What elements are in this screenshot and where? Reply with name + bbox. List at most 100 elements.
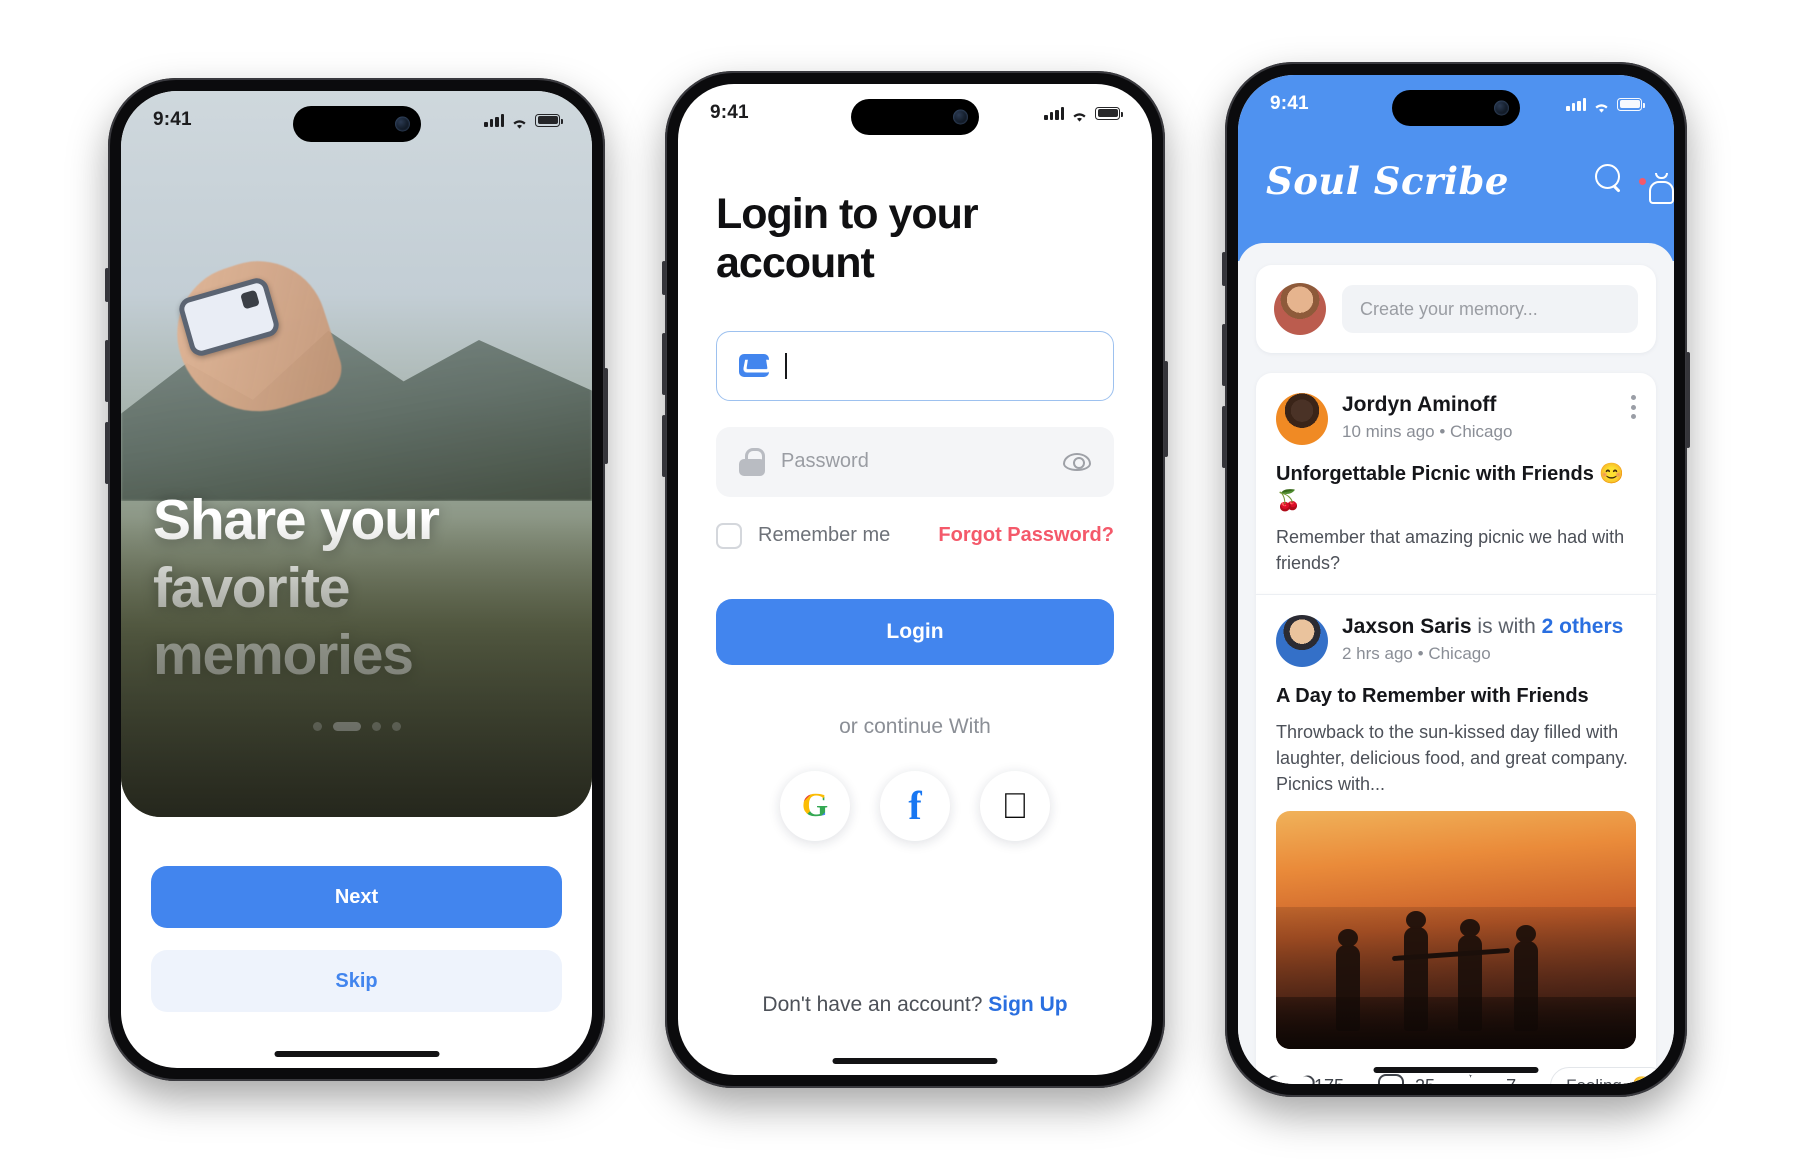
photo-foreground [1276,997,1636,1050]
post-author[interactable]: Jordyn Aminoff [1342,393,1616,417]
battery-icon [1617,97,1645,111]
page-dot-3[interactable] [371,722,381,731]
phone-onboarding: 9:41 Share your favorite memories Next S… [105,78,608,1081]
cellular-signal-icon [1566,97,1586,111]
comment-icon [1378,1074,1405,1084]
text-caret [785,352,787,379]
post-with-text: is with [1471,615,1542,639]
feeling-emoji-icon: 🙂 [1632,1076,1653,1084]
avatar[interactable] [1276,393,1328,445]
feeling-chip[interactable]: Feeling 🙂 [1550,1067,1670,1084]
signup-prompt: Don't have an account? Sign Up [678,993,1152,1017]
post-with-others[interactable]: 2 others [1542,615,1624,638]
page-dot-4[interactable] [391,722,401,731]
mute-switch[interactable] [105,268,109,302]
dynamic-island [292,106,421,142]
email-field[interactable] [716,330,1114,401]
post-header: Jordyn Aminoff 10 mins ago • Chicago [1276,393,1636,445]
post-header: Jaxson Saris is with 2 others 2 hrs ago … [1276,615,1636,668]
battery-icon [535,113,563,127]
post-photo[interactable] [1276,811,1636,1050]
post-separator: • [1417,644,1424,664]
home-indicator[interactable] [274,1051,439,1057]
post-card[interactable]: Jaxson Saris is with 2 others 2 hrs ago … [1256,594,1670,1084]
post-body: Remember that amazing picnic we had with… [1276,527,1625,574]
signup-prompt-text: Don't have an account? [762,993,989,1016]
notification-badge-dot [1637,175,1648,187]
apple-login-button[interactable]:  [980,770,1050,841]
avatar[interactable] [1274,283,1326,335]
password-field[interactable]: Password [716,426,1114,497]
next-button[interactable]: Next [151,866,562,928]
page-indicator-dots[interactable] [312,722,401,731]
envelope-icon [739,354,769,378]
login-options-row: Remember me Forgot Password? [716,522,1114,549]
dynamic-island [851,99,979,135]
feed-content[interactable]: Create your memory... Jordyn Aminoff 10 … [1238,243,1674,1084]
comment-count: 25 [1415,1076,1435,1084]
post-title: A Day to Remember with Friends [1276,685,1589,708]
post-separator: • [1439,422,1446,441]
power-button[interactable] [1686,352,1690,448]
wifi-icon [511,114,528,129]
apple-icon:  [1002,787,1029,824]
home-indicator[interactable] [832,1058,998,1064]
post-author-name[interactable]: Jaxson Saris [1342,615,1472,638]
volume-down-button[interactable] [662,415,666,477]
cellular-signal-icon [484,113,504,127]
wifi-icon [1593,98,1610,113]
memory-composer[interactable]: Create your memory... [1256,265,1656,353]
post-card[interactable]: Jordyn Aminoff 10 mins ago • Chicago Unf… [1256,373,1656,595]
send-icon [1469,1074,1495,1084]
facebook-login-button[interactable]: f [880,770,950,841]
eye-icon[interactable] [1063,452,1091,471]
remember-me-checkbox[interactable] [716,522,742,549]
mute-switch[interactable] [1222,252,1226,286]
social-login-row: G f  [716,770,1114,841]
post-location: Chicago [1428,644,1491,664]
like-count: 175 [1314,1076,1344,1084]
mute-switch[interactable] [662,261,666,295]
volume-down-button[interactable] [1222,406,1226,468]
page-title: Login to your account [716,190,979,288]
signup-link[interactable]: Sign Up [988,993,1067,1016]
post-author[interactable]: Jaxson Saris is with 2 others [1342,615,1636,639]
post-location: Chicago [1450,422,1513,441]
avatar[interactable] [1276,615,1328,668]
post-subtitle: 2 hrs ago • Chicago [1342,644,1636,664]
like-button[interactable]: 175 [1278,1075,1344,1084]
password-placeholder: Password [781,450,869,473]
share-button[interactable]: 7 [1469,1074,1516,1084]
social-divider-label: or continue With [839,714,991,738]
three-phone-mockup-stage: 9:41 Share your favorite memories Next S… [0,0,1795,1159]
volume-down-button[interactable] [105,422,109,484]
page-dot-1[interactable] [312,722,322,731]
login-button[interactable]: Login [716,598,1114,665]
post-title: Unforgettable Picnic with Friends 😊🍒 [1276,463,1625,512]
status-time: 9:41 [710,102,749,123]
home-indicator[interactable] [1373,1067,1539,1073]
facebook-icon: f [908,782,922,828]
forgot-password-link[interactable]: Forgot Password? [938,524,1114,547]
onboarding-screen: 9:41 Share your favorite memories Next S… [121,91,592,1068]
comment-button[interactable]: 25 [1378,1074,1435,1084]
kebab-menu-icon[interactable] [1630,393,1636,419]
phone-feed: Soul Scribe 9:41 Create your memory... J… [1222,62,1690,1097]
page-dot-2-active[interactable] [332,722,361,731]
onboarding-headline: Share your favorite memories [153,488,440,687]
skip-button[interactable]: Skip [151,950,562,1012]
power-button[interactable] [604,368,608,464]
volume-up-button[interactable] [1222,324,1226,386]
remember-me-toggle[interactable]: Remember me [716,522,890,549]
search-icon[interactable] [1595,164,1622,191]
login-screen: 9:41 Login to your account Password Reme… [678,84,1152,1075]
volume-up-button[interactable] [105,340,109,402]
google-login-button[interactable]: G [780,770,850,841]
header-actions [1595,159,1648,191]
volume-up-button[interactable] [662,333,666,395]
post-body: Throwback to the sun-kissed day filled w… [1276,722,1628,795]
google-icon: G [801,786,829,824]
power-button[interactable] [1164,361,1168,457]
heart-icon [1278,1075,1303,1084]
composer-input[interactable]: Create your memory... [1342,285,1638,333]
